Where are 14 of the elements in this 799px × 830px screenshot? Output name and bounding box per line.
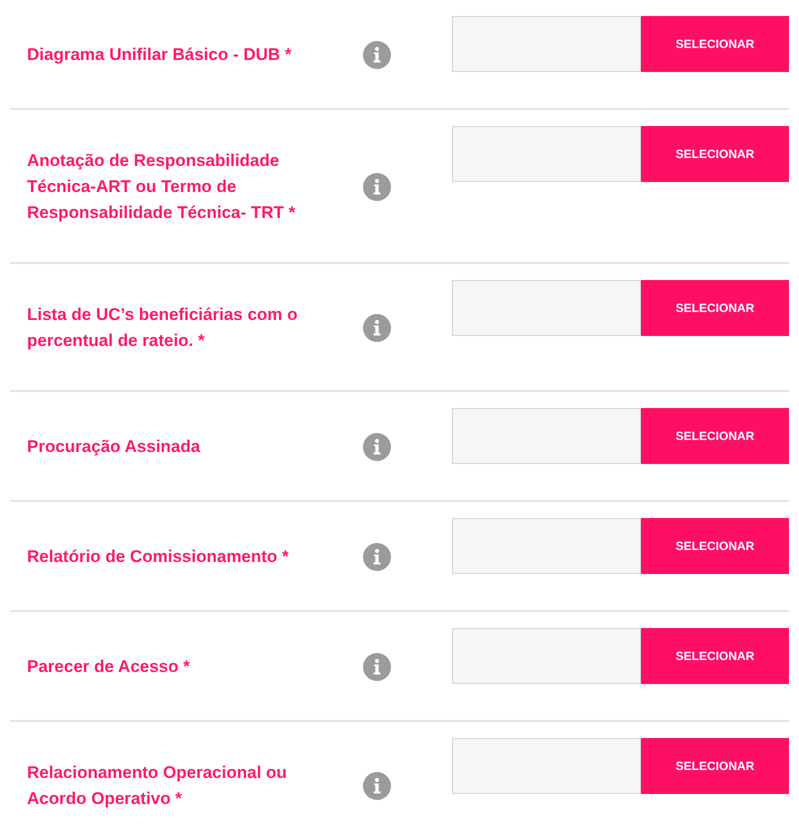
select-button[interactable]: SELECIONAR (641, 280, 789, 336)
document-label: Parecer de Acesso * (27, 656, 191, 678)
select-button[interactable]: SELECIONAR (641, 16, 789, 72)
select-button[interactable]: SELECIONAR (641, 738, 789, 794)
select-button[interactable]: SELECIONAR (641, 126, 789, 182)
select-button[interactable]: SELECIONAR (641, 408, 789, 464)
document-label: Procuração Assinada (27, 436, 202, 458)
select-button[interactable]: SELECIONAR (641, 628, 789, 684)
document-label: Relatório de Comissionamento * (27, 546, 290, 568)
document-label: Lista de UC’s beneficiárias com o percentual de rateio. * (27, 304, 299, 352)
select-button[interactable]: SELECIONAR (641, 518, 789, 574)
document-label: Relacionamento Operacional ou Acordo Operativo * (27, 762, 288, 810)
document-label: Anotação de Responsabilidade Técnica-ART ou Termo de Responsabilidade Técnica- TRT * (27, 150, 296, 224)
document-label: Diagrama Unifilar Básico - DUB * (27, 44, 293, 66)
